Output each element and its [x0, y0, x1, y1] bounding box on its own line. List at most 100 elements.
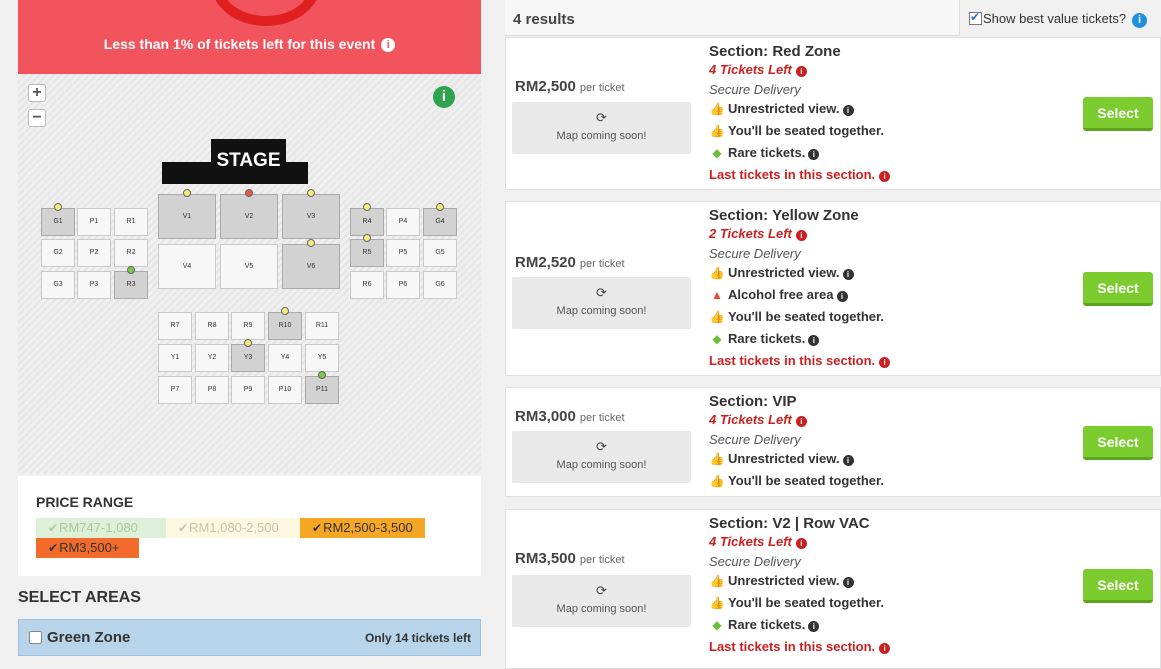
section-p1[interactable]: P1 — [77, 208, 111, 236]
best-value-toggle[interactable]: Show best value tickets? i — [969, 10, 1148, 28]
info-icon[interactable]: i — [879, 357, 891, 368]
map-info-icon[interactable]: i — [433, 86, 455, 108]
section-r7[interactable]: R7 — [158, 312, 192, 340]
select-areas-title: SELECT AREAS — [18, 589, 141, 606]
info-icon[interactable]: i — [842, 105, 854, 116]
price-range-panel: PRICE RANGE ✔RM747-1,080 ✔RM1,080-2,500 … — [18, 476, 481, 576]
info-icon[interactable]: i — [808, 149, 820, 160]
select-button[interactable]: Select — [1083, 426, 1153, 460]
section-p2[interactable]: P2 — [77, 239, 111, 267]
tickets-left: 4 Tickets Left i — [709, 534, 807, 549]
section-y4[interactable]: Y4 — [268, 344, 302, 372]
section-y3[interactable]: Y3 — [231, 339, 265, 372]
section-r6[interactable]: R6 — [350, 271, 384, 299]
section-p7[interactable]: P7 — [158, 376, 192, 404]
thumbs-up-icon: 👍 — [709, 574, 725, 588]
section-p4[interactable]: P4 — [386, 208, 420, 236]
section-title: Section: Red Zone — [709, 43, 841, 60]
zone-row-green[interactable]: Green Zone Only 14 tickets left — [18, 619, 481, 656]
info-icon[interactable]: i — [795, 416, 807, 427]
scarcity-message: Less than 1% of tickets left for this ev… — [103, 36, 376, 52]
section-r10[interactable]: R10 — [268, 307, 302, 340]
section-v6[interactable]: V6 — [282, 239, 340, 289]
select-button[interactable]: Select — [1083, 272, 1153, 306]
refresh-icon: ⟳ — [596, 583, 607, 598]
section-r11[interactable]: R11 — [305, 312, 339, 340]
info-icon[interactable]: i — [381, 38, 396, 53]
section-p6[interactable]: P6 — [386, 271, 420, 299]
refresh-icon: ⟳ — [596, 110, 607, 125]
section-g2[interactable]: G2 — [41, 239, 75, 267]
section-p9[interactable]: P9 — [231, 376, 265, 404]
price-tag-rm2500[interactable]: ✔RM2,500-3,500 — [300, 518, 425, 538]
seat-map[interactable]: + − i STAGE G1 P1 R1 G2 P2 R2 G3 P3 R3 V… — [18, 74, 481, 474]
section-r1[interactable]: R1 — [114, 208, 148, 236]
section-g5[interactable]: G5 — [423, 239, 457, 267]
info-icon[interactable]: i — [879, 643, 891, 654]
ticket-price: RM3,000 — [515, 408, 576, 425]
section-v1[interactable]: V1 — [158, 189, 216, 239]
feature-alcohol-free: ▲ Alcohol free area i — [709, 287, 848, 302]
section-v4[interactable]: V4 — [158, 244, 216, 289]
section-r5[interactable]: R5 — [350, 234, 384, 267]
section-r9[interactable]: R9 — [231, 312, 265, 340]
section-r3[interactable]: R3 — [114, 266, 148, 299]
diamond-icon: ◆ — [712, 618, 722, 632]
price-tag-rm1080[interactable]: ✔RM1,080-2,500 — [166, 518, 300, 538]
refresh-icon: ⟳ — [596, 285, 607, 300]
thumbs-up-icon: 👍 — [709, 102, 725, 116]
section-v2[interactable]: V2 — [220, 189, 278, 239]
section-y1[interactable]: Y1 — [158, 344, 192, 372]
section-y5[interactable]: Y5 — [305, 344, 339, 372]
best-value-checkbox[interactable] — [969, 10, 982, 25]
info-icon[interactable]: i — [842, 455, 854, 466]
per-ticket-label: per ticket — [579, 82, 625, 94]
section-p8[interactable]: P8 — [195, 376, 229, 404]
check-icon: ✔ — [48, 541, 59, 555]
section-p3[interactable]: P3 — [77, 271, 111, 299]
ticket-price: RM3,500 — [515, 550, 576, 567]
feature-rare: ◆ Rare tickets. i — [709, 331, 820, 346]
section-p5[interactable]: P5 — [386, 239, 420, 267]
section-v3[interactable]: V3 — [282, 189, 340, 239]
feature-view: 👍 Unrestricted view. i — [709, 451, 854, 466]
info-icon[interactable]: i — [842, 269, 854, 280]
section-y2[interactable]: Y2 — [195, 344, 229, 372]
info-icon[interactable]: i — [795, 66, 807, 77]
check-icon: ✔ — [48, 521, 59, 535]
diamond-icon: ◆ — [712, 332, 722, 346]
select-button[interactable]: Select — [1083, 569, 1153, 603]
section-p11[interactable]: P11 — [305, 371, 339, 404]
last-tickets-note: Last tickets in this section. i — [709, 353, 891, 368]
info-icon[interactable]: i — [808, 621, 820, 632]
info-icon[interactable]: i — [795, 230, 807, 241]
info-icon[interactable]: i — [795, 538, 807, 549]
delivery-label: Secure Delivery — [709, 82, 801, 97]
section-map-placeholder: ⟳ Map coming soon! — [512, 431, 691, 483]
info-icon[interactable]: i — [842, 577, 854, 588]
info-icon[interactable]: i — [1132, 13, 1148, 28]
info-icon[interactable]: i — [836, 291, 848, 302]
price-tag-rm747[interactable]: ✔RM747-1,080 — [36, 518, 166, 538]
select-button[interactable]: Select — [1083, 97, 1153, 131]
section-g6[interactable]: G6 — [423, 271, 457, 299]
listing-card: RM2,520 per ticket ⟳ Map coming soon! Sect… — [505, 201, 1161, 376]
section-g4[interactable]: G4 — [423, 203, 457, 236]
price-tag-rm3500[interactable]: ✔RM3,500+ — [36, 538, 139, 558]
zone-checkbox[interactable] — [29, 631, 42, 644]
ticket-price: RM2,500 — [515, 78, 576, 95]
section-g1[interactable]: G1 — [41, 203, 75, 236]
section-r2[interactable]: R2 — [114, 239, 148, 267]
info-icon[interactable]: i — [808, 335, 820, 346]
tickets-left: 2 Tickets Left i — [709, 226, 807, 241]
section-r4[interactable]: R4 — [350, 203, 384, 236]
zoom-out-button[interactable]: − — [28, 109, 46, 127]
stage-label: STAGE — [211, 139, 286, 177]
section-v5[interactable]: V5 — [220, 244, 278, 289]
section-p10[interactable]: P10 — [268, 376, 302, 404]
zoom-in-button[interactable]: + — [28, 84, 46, 102]
section-r8[interactable]: R8 — [195, 312, 229, 340]
listing-card: RM3,500 per ticket ⟳ Map coming soon! Sect… — [505, 509, 1161, 669]
section-g3[interactable]: G3 — [41, 271, 75, 299]
info-icon[interactable]: i — [879, 171, 891, 182]
